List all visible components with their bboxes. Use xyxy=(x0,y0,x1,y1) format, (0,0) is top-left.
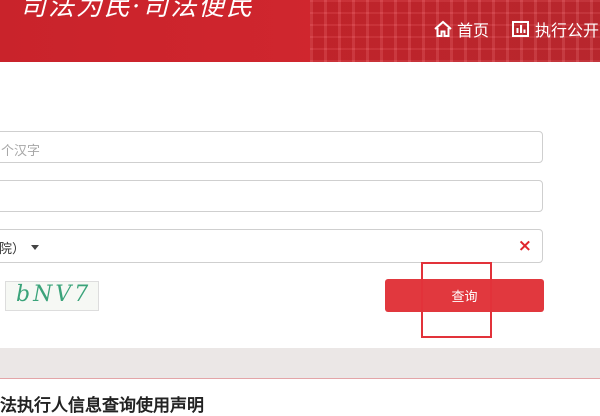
court-select[interactable]: 院） × xyxy=(0,229,543,263)
notice-title: 法执行人信息查询使用声明 xyxy=(0,396,204,416)
nav-execution-public[interactable]: 执行公开 xyxy=(511,17,599,41)
site-header: 司法为民·司法便民 首页 执行公开 xyxy=(0,0,600,62)
name-input[interactable]: 个汉字 xyxy=(0,131,543,163)
home-icon xyxy=(434,20,452,37)
name-input-placeholder: 个汉字 xyxy=(1,144,41,159)
header-slogan: 司法为民·司法便民 xyxy=(20,0,255,22)
nav-home-label: 首页 xyxy=(457,21,490,40)
captcha-image[interactable]: bNV7 xyxy=(5,281,99,311)
captcha-text: bNV7 xyxy=(16,282,92,307)
id-number-input[interactable] xyxy=(0,180,543,212)
divider-band xyxy=(0,348,600,378)
clear-icon[interactable]: × xyxy=(518,236,532,256)
query-button[interactable]: 查询 xyxy=(385,279,544,312)
court-select-value: 院） xyxy=(0,242,26,257)
caret-down-icon xyxy=(31,245,39,250)
bar-chart-icon xyxy=(512,21,529,37)
nav-exec-label: 执行公开 xyxy=(535,21,600,40)
divider-line xyxy=(0,378,600,379)
nav-home[interactable]: 首页 xyxy=(433,17,489,41)
